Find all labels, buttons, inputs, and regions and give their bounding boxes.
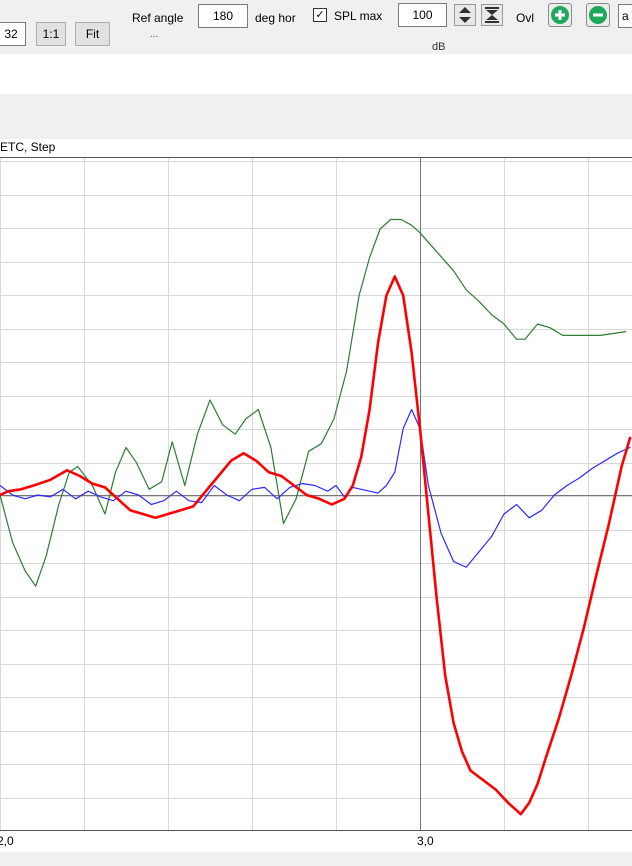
db-label: dB [432,41,446,53]
minus-icon [589,6,607,24]
spl-up-down-button[interactable] [454,4,476,26]
bottom-strip [0,852,632,866]
plus-icon [551,6,569,24]
spl-max-field[interactable] [398,3,447,27]
ovl-label: Ovl [516,11,534,25]
zoom-fit-button[interactable]: Fit [75,22,110,46]
x-tick-label: 3,0 [417,834,434,848]
etc-step-plot[interactable]: 2,0 3,0 [0,157,632,852]
up-down-arrows-icon [459,7,471,23]
spl-fit-range-button[interactable] [481,4,503,26]
ref-angle-field[interactable] [198,4,248,28]
chart-title: ETC, Step [0,140,56,154]
spl-max-checkbox[interactable]: ✓ [313,8,327,22]
remove-overlay-button[interactable] [586,3,610,27]
overlay-select-field[interactable] [618,4,632,28]
toolbar: 1:1 Fit Ref angle deg hor ✓ SPL max Ovl [0,0,632,54]
ellipsis-text: ... [150,29,159,40]
zoom-one-to-one-button[interactable]: 1:1 [36,22,66,46]
chart-header: ETC, Step [0,139,632,157]
collapse-range-icon [485,7,499,23]
zoom-value-field[interactable] [0,22,26,46]
deg-hor-label: deg hor [255,11,296,25]
ref-angle-label: Ref angle [132,11,184,25]
add-overlay-button[interactable] [548,3,572,27]
spl-max-label: SPL max [334,9,383,23]
status-strip [0,54,632,94]
plot-background [0,157,632,852]
x-tick-label: 2,0 [0,834,14,848]
